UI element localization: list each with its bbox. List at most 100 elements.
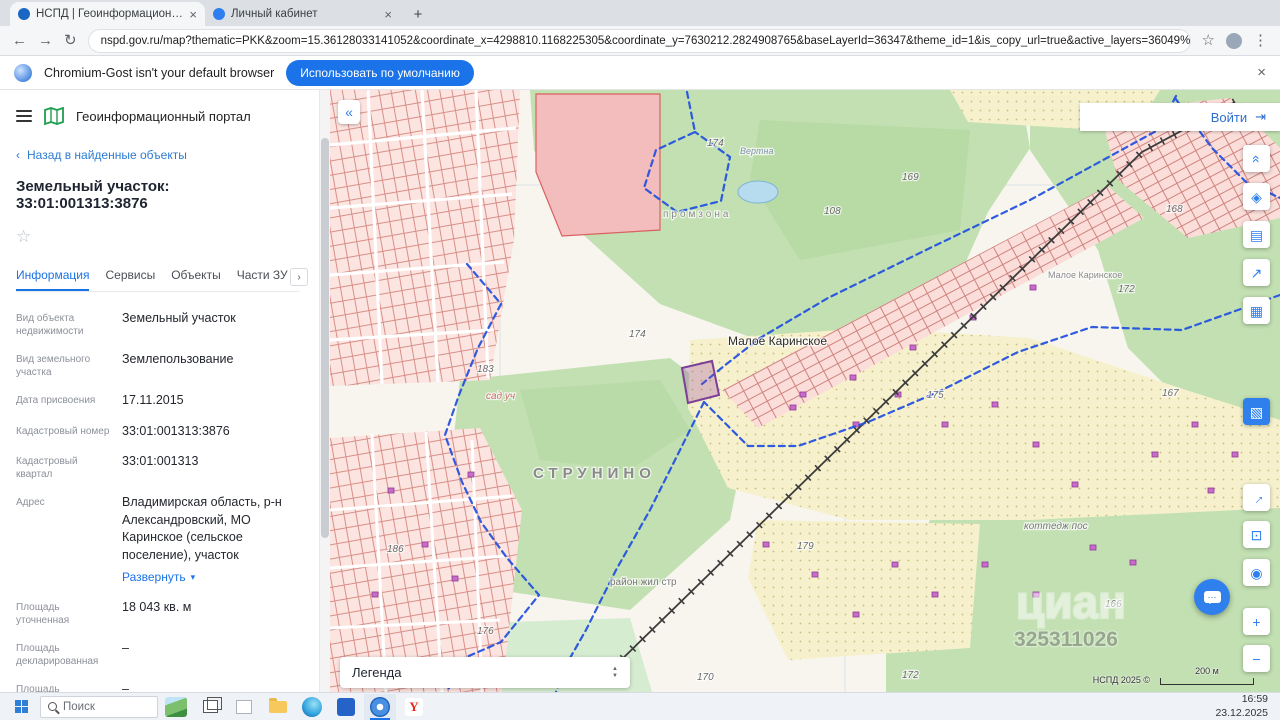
nspd-favicon <box>18 8 30 20</box>
print-button[interactable]: ▦ <box>1243 297 1270 324</box>
watermark-text: циан <box>1016 576 1126 628</box>
map-number: 169 <box>902 172 919 183</box>
share-button[interactable]: ↗ <box>1243 259 1270 286</box>
scale-label: 200 м <box>1195 666 1219 676</box>
field-value: 18 043 кв. м <box>122 599 191 627</box>
browser-tab-strip: НСПД | Геоинформационный портал × Личный… <box>0 0 1280 26</box>
taskbar-app-window[interactable] <box>228 694 260 720</box>
expand-tools-button[interactable]: « <box>1243 145 1270 172</box>
map-number: 183 <box>477 364 494 375</box>
taskbar-widget[interactable] <box>160 694 192 720</box>
taskbar-file-explorer[interactable] <box>262 694 294 720</box>
reload-icon[interactable]: ↻ <box>64 33 77 48</box>
field-label: Площадь <box>16 681 112 692</box>
browser-address-bar: ← → ↻ nspd.gov.ru/map?thematic=PKK&zoom=… <box>0 26 1280 56</box>
zoom-out-button[interactable]: − <box>1243 645 1270 672</box>
map-canvas[interactable]: промзона Вертна Малое Каринское Малое Ка… <box>330 90 1280 692</box>
tab-title: Личный кабинет <box>231 8 378 20</box>
map-label: СТРУНИНО <box>533 465 656 482</box>
taskbar-yandex[interactable]: Y <box>398 694 430 720</box>
zoom-in-button[interactable]: + <box>1243 608 1270 635</box>
collapse-panel-button[interactable]: « <box>338 100 360 124</box>
back-to-results-link[interactable]: ‹ Назад в найденные объекты <box>16 148 300 162</box>
map-number: 179 <box>797 541 814 552</box>
draw-tool-icon: ▧ <box>1250 405 1263 419</box>
locate-arrow-icon: → <box>1247 488 1267 508</box>
map-label: Вертна <box>740 146 773 156</box>
map-number: 176 <box>477 626 494 637</box>
frame-select-button[interactable]: ⊡ <box>1243 521 1270 548</box>
yandex-icon: Y <box>405 698 423 716</box>
taskbar-search[interactable]: Поиск <box>40 696 158 718</box>
menu-icon[interactable] <box>16 110 32 122</box>
locate-button[interactable]: → <box>1243 484 1270 511</box>
browser-tab-account[interactable]: Личный кабинет × <box>205 2 400 26</box>
legend-label: Легенда <box>352 665 401 680</box>
blue-app-icon <box>337 698 355 716</box>
new-tab-button[interactable]: + <box>408 6 428 23</box>
map-number: 175 <box>927 390 944 401</box>
field-value: – <box>122 681 129 692</box>
windows-logo-icon <box>15 700 28 713</box>
login-icon: ⇥ <box>1255 109 1266 125</box>
map-number: 170 <box>697 672 714 683</box>
tab-objects[interactable]: Объекты <box>171 262 221 291</box>
login-bar[interactable]: Войти ⇥ <box>1080 103 1280 131</box>
url-input[interactable]: nspd.gov.ru/map?thematic=PKK&zoom=15.361… <box>88 29 1191 53</box>
expand-address-link[interactable]: Развернуть ▾ <box>122 569 300 586</box>
browser-menu-icon[interactable]: ⋮ <box>1253 33 1268 48</box>
taskbar-edge[interactable] <box>296 694 328 720</box>
field-value: Владимирская область, р-н Александровски… <box>122 494 300 564</box>
close-notification-icon[interactable]: × <box>1257 64 1266 81</box>
selected-parcel[interactable] <box>682 361 719 403</box>
start-button[interactable] <box>4 694 38 720</box>
favorite-star-icon[interactable]: ☆ <box>16 227 300 247</box>
field-value: Земельный участок <box>122 310 236 338</box>
measure-button[interactable]: ▤ <box>1243 221 1270 248</box>
clock-date: 23.12.2025 <box>1215 707 1268 720</box>
tab-parts[interactable]: Части ЗУ <box>237 262 288 291</box>
active-tool-button[interactable]: ▧ <box>1243 398 1270 425</box>
default-browser-notification: Chromium-Gost isn't your default browser… <box>0 56 1280 90</box>
copyright-label: НСПД 2025 © <box>1093 675 1150 685</box>
tab-services[interactable]: Сервисы <box>105 262 155 291</box>
chromium-gost-icon <box>370 697 390 717</box>
scrollbar-thumb[interactable] <box>321 138 329 538</box>
radius-select-button[interactable]: ◉ <box>1243 559 1270 586</box>
close-tab-icon[interactable]: × <box>189 7 197 22</box>
map-number: 108 <box>824 206 841 217</box>
edge-icon <box>302 697 322 717</box>
bookmark-star-icon[interactable]: ☆ <box>1202 33 1215 48</box>
set-default-button[interactable]: Использовать по умолчанию <box>286 60 474 86</box>
forward-icon[interactable]: → <box>38 33 53 48</box>
tab-information[interactable]: Информация <box>16 262 89 291</box>
profile-avatar[interactable] <box>1226 33 1242 49</box>
object-info-panel: Геоинформационный портал ‹ Назад в найде… <box>0 90 330 692</box>
taskbar-chromium-gost[interactable] <box>364 694 396 720</box>
chat-icon: ⋯ <box>1204 591 1221 603</box>
field-label: Площадь уточненная <box>16 599 112 627</box>
map-label: Малое Каринское <box>1048 270 1122 280</box>
browser-tab-nspd[interactable]: НСПД | Геоинформационный портал × <box>10 2 205 26</box>
task-view-button[interactable] <box>194 694 226 720</box>
notification-text: Chromium-Gost isn't your default browser <box>44 66 274 80</box>
legend-panel[interactable]: Легенда ▲▼ <box>340 657 630 688</box>
sidebar-scrollbar[interactable] <box>319 90 330 692</box>
chat-button[interactable]: ⋯ <box>1194 579 1230 615</box>
map-label: Малое Каринское <box>728 334 827 348</box>
field-label: Кадастровый номер <box>16 423 112 441</box>
login-label: Войти <box>1211 110 1247 125</box>
map-view[interactable]: промзона Вертна Малое Каринское Малое Ка… <box>330 90 1280 692</box>
back-icon[interactable]: ← <box>12 33 27 48</box>
field-label: Дата присвоения <box>16 392 112 410</box>
field-label: Адрес <box>16 494 112 586</box>
layers-button[interactable]: ◈ <box>1243 183 1270 210</box>
close-tab-icon[interactable]: × <box>384 7 392 22</box>
layers-icon: ◈ <box>1251 190 1262 204</box>
taskbar-clock[interactable]: 16:59 23.12.2025 <box>1215 693 1276 719</box>
tabs-scroll-right-icon[interactable]: › <box>290 268 308 286</box>
window-icon <box>236 700 252 714</box>
taskbar-app-blue[interactable] <box>330 694 362 720</box>
legend-expand-icon[interactable]: ▲▼ <box>612 666 618 679</box>
map-number: 172 <box>1118 284 1135 295</box>
